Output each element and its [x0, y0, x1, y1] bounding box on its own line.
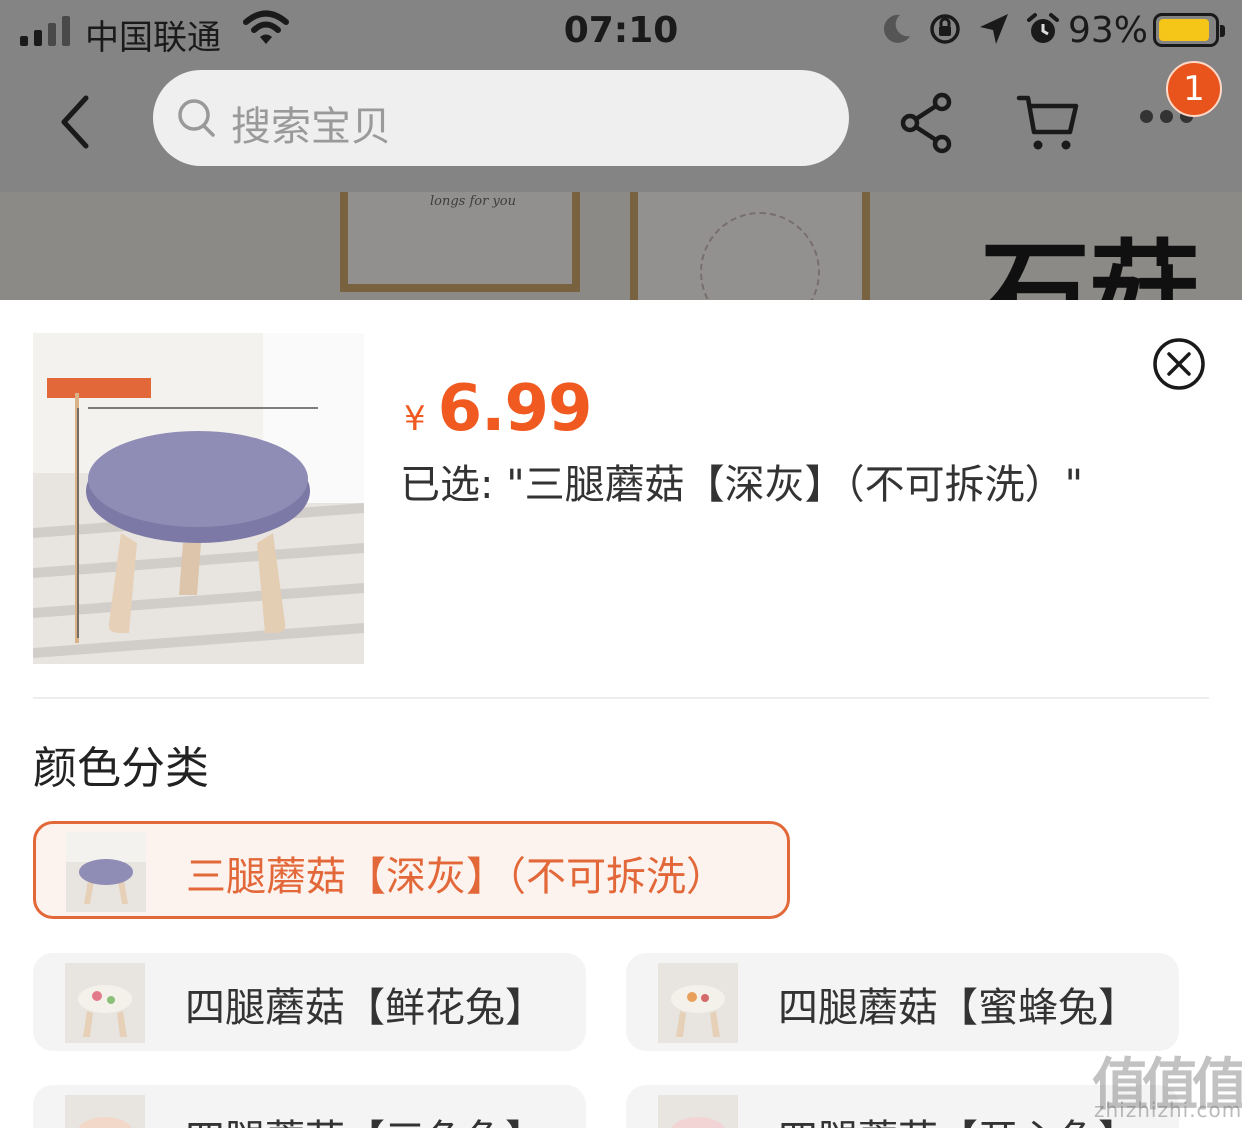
sku-selection-sheet: ¥ 6.99 已选: "三腿蘑菇【深灰】（不可拆洗）" 颜色分类 三腿蘑菇【深灰…	[0, 300, 1242, 1128]
back-arrow-icon[interactable]	[52, 90, 100, 154]
variant-label: 四腿蘑菇【蜜蜂兔】	[778, 985, 1138, 1031]
top-dimmed-area: to my sweet longs for you 石菇 中国联通 07:10	[0, 0, 1242, 300]
price-value: 6.99	[437, 372, 593, 446]
selected-variant-text: 已选: "三腿蘑菇【深灰】（不可拆洗）"	[400, 462, 1083, 508]
share-icon[interactable]	[898, 92, 956, 154]
variant-thumbnail	[65, 963, 145, 1043]
cart-icon[interactable]	[1016, 92, 1080, 154]
variant-option[interactable]: 四腿蘑菇【三色兔】	[33, 1085, 586, 1128]
variant-label: 四腿蘑菇【三色兔】	[185, 1107, 545, 1128]
variant-thumbnail	[66, 832, 146, 912]
search-input[interactable]: 搜索宝贝	[153, 70, 849, 166]
variant-thumbnail	[658, 1095, 738, 1128]
variant-label: 四腿蘑菇【开心兔】	[778, 1107, 1138, 1128]
currency-symbol: ¥	[404, 399, 426, 439]
variant-thumbnail	[65, 1095, 145, 1128]
nav-bar: 搜索宝贝 1	[0, 61, 1242, 192]
variant-option[interactable]: 四腿蘑菇【鲜花兔】	[33, 953, 586, 1051]
price: ¥ 6.99	[404, 372, 593, 446]
divider	[33, 697, 1209, 699]
search-placeholder: 搜索宝贝	[231, 104, 391, 150]
orientation-lock-icon	[930, 14, 960, 44]
battery-icon	[1153, 13, 1225, 47]
alarm-icon	[1027, 13, 1059, 43]
search-icon	[178, 99, 215, 137]
battery-percent: 93%	[1068, 10, 1149, 51]
variant-label: 四腿蘑菇【鲜花兔】	[185, 985, 545, 1031]
stool-illustration	[33, 333, 364, 664]
location-arrow-icon	[980, 14, 1008, 44]
variant-thumbnail	[658, 963, 738, 1043]
cart-badge: 1	[1166, 61, 1222, 117]
moon-icon	[883, 14, 910, 43]
watermark-site: zhizhizhi.com	[1094, 1098, 1242, 1122]
category-title: 颜色分类	[33, 743, 209, 794]
variant-option[interactable]: 四腿蘑菇【蜜蜂兔】	[626, 953, 1179, 1051]
variant-label: 三腿蘑菇【深灰】（不可拆洗）	[186, 854, 726, 900]
product-image[interactable]	[33, 333, 364, 664]
close-icon[interactable]	[1152, 337, 1206, 391]
variant-option-selected[interactable]: 三腿蘑菇【深灰】（不可拆洗）	[33, 821, 790, 919]
status-bar: 中国联通 07:10 93%	[0, 0, 1242, 64]
